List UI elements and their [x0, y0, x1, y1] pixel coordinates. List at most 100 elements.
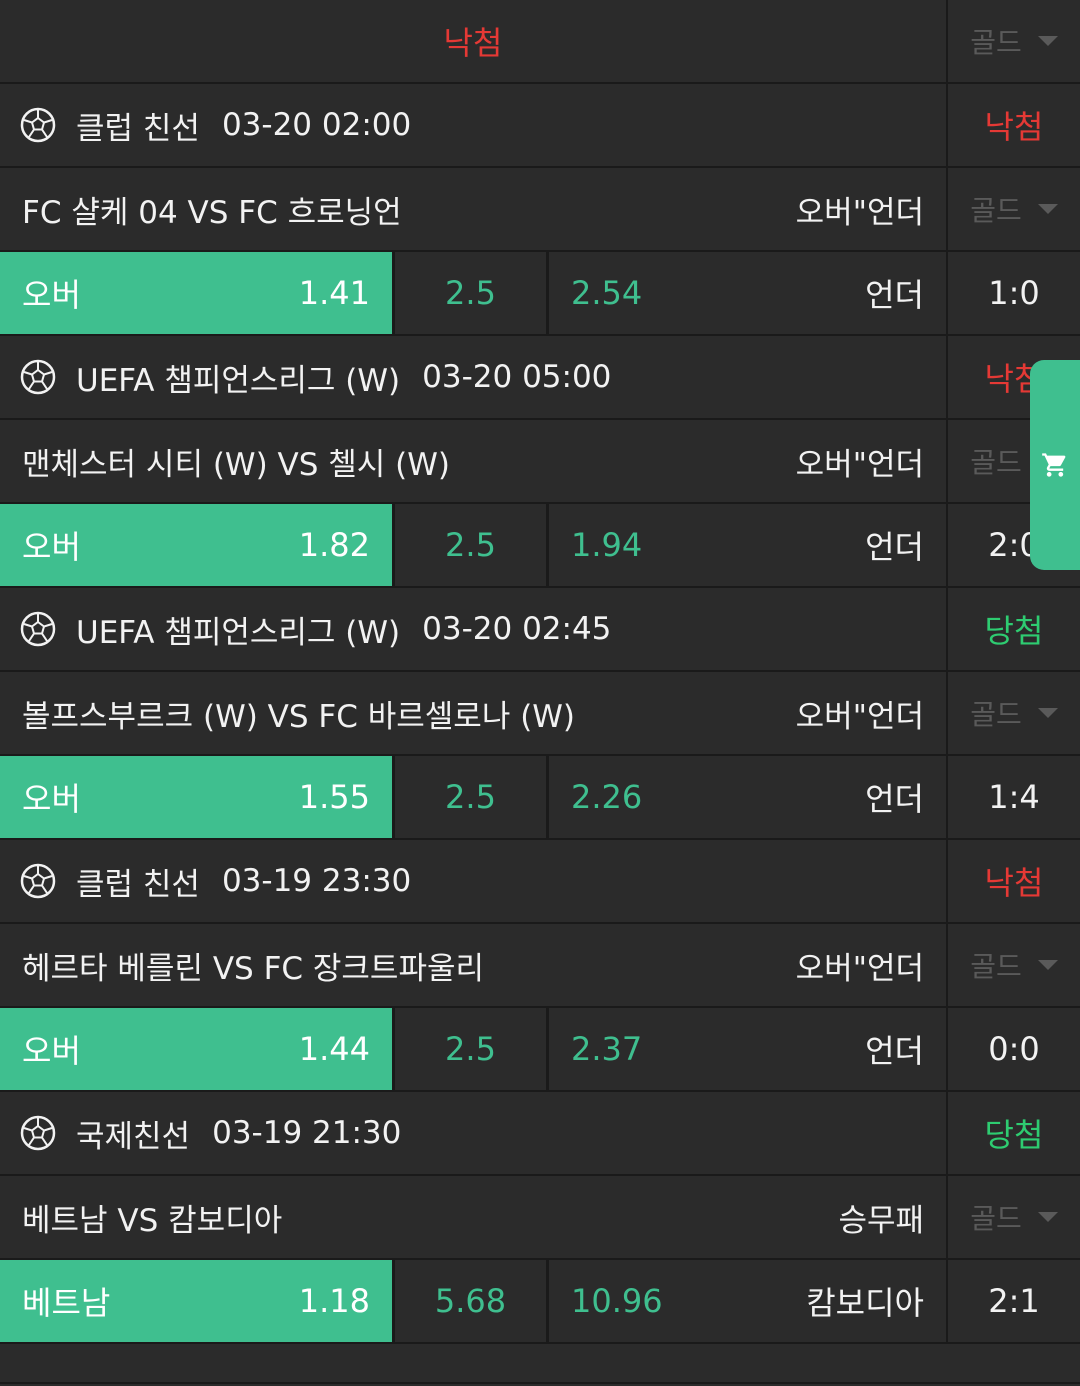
market-type: 승무패 — [838, 1202, 924, 1239]
match-date: 03-19 21:30 — [212, 1115, 402, 1151]
selected-pick[interactable]: 오버 1.44 — [0, 1008, 392, 1090]
final-score: 2:1 — [988, 1282, 1040, 1320]
league-row: UEFA 챔피언스리그 (W) 03-20 05:00 낙첨 — [0, 336, 1080, 420]
league-name: UEFA 챔피언스리그 (W) — [76, 614, 401, 651]
gold-dropdown[interactable]: 골드 — [970, 21, 1058, 61]
cart-button[interactable] — [1030, 360, 1080, 570]
league-row: 클럽 친선 03-20 02:00 낙첨 — [0, 84, 1080, 168]
league-name: 클럽 친선 — [76, 866, 200, 903]
chevron-down-icon — [1037, 1212, 1058, 1222]
summary-result: 낙첨 — [443, 24, 503, 62]
pick-label: 오버 — [22, 1032, 81, 1070]
chevron-down-icon — [1037, 708, 1058, 718]
match-teams: 볼프스부르크 (W) VS FC 바르셀로나 (W) — [22, 698, 576, 735]
odds-row: 베트남 1.18 5.68 10.96 캄보디아 2:1 — [0, 1260, 1080, 1344]
gold-dropdown[interactable]: 골드 — [970, 693, 1058, 733]
match-row: 베트남 VS 캄보디아 승무패 골드 — [0, 1176, 1080, 1260]
selected-pick[interactable]: 오버 1.82 — [0, 504, 392, 586]
result-badge: 당첨 — [984, 1116, 1044, 1154]
middle-value: 2.5 — [445, 1030, 496, 1068]
soccer-ball-icon — [20, 863, 56, 899]
gold-label: 골드 — [970, 1202, 1022, 1235]
match-teams: 헤르타 베를린 VS FC 장크트파울리 — [22, 950, 485, 987]
league-name: UEFA 챔피언스리그 (W) — [76, 362, 401, 399]
chevron-down-icon — [1037, 960, 1058, 970]
selected-pick[interactable]: 베트남 1.18 — [0, 1260, 392, 1342]
league-name: 클럽 친선 — [76, 110, 200, 147]
league-name: 국제친선 — [76, 1118, 191, 1155]
selected-pick[interactable]: 오버 1.55 — [0, 756, 392, 838]
middle-value: 2.5 — [445, 778, 496, 816]
other-odd: 2.37 — [571, 1030, 643, 1068]
match-date: 03-20 02:45 — [422, 611, 612, 647]
selected-pick[interactable]: 오버 1.41 — [0, 252, 392, 334]
market-type: 오버"언더 — [795, 194, 924, 231]
other-label: 언더 — [865, 1032, 924, 1070]
middle-value: 2.5 — [445, 274, 496, 312]
other-odd: 2.26 — [571, 778, 643, 816]
middle-odd[interactable]: 5.68 — [392, 1260, 549, 1342]
gold-dropdown[interactable]: 골드 — [970, 1197, 1058, 1237]
gold-label: 골드 — [970, 446, 1022, 479]
chevron-down-icon — [1037, 204, 1058, 214]
final-score: 1:4 — [988, 778, 1040, 816]
final-score: 1:0 — [988, 274, 1040, 312]
other-odd: 10.96 — [571, 1282, 663, 1320]
gold-dropdown[interactable]: 골드 — [970, 189, 1058, 229]
result-badge: 낙첨 — [984, 108, 1044, 146]
other-pick[interactable]: 1.94 언더 — [549, 504, 946, 586]
other-label: 언더 — [865, 528, 924, 566]
other-label: 언더 — [865, 780, 924, 818]
other-label: 언더 — [865, 276, 924, 314]
other-pick[interactable]: 2.54 언더 — [549, 252, 946, 334]
cart-icon — [1042, 453, 1066, 477]
pick-odd: 1.82 — [298, 526, 370, 564]
result-badge: 낙첨 — [984, 864, 1044, 902]
header-row: 낙첨 골드 — [0, 0, 1080, 84]
league-row: UEFA 챔피언스리그 (W) 03-20 02:45 당첨 — [0, 588, 1080, 672]
bottom-strip — [0, 1344, 1080, 1384]
chevron-down-icon — [1037, 36, 1058, 46]
middle-value: 2.5 — [445, 526, 496, 564]
soccer-ball-icon — [20, 611, 56, 647]
final-score: 0:0 — [988, 1030, 1040, 1068]
soccer-ball-icon — [20, 359, 56, 395]
gold-label: 골드 — [970, 26, 1022, 59]
match-date: 03-19 23:30 — [221, 863, 412, 899]
pick-label: 오버 — [22, 528, 81, 566]
match-row: 맨체스터 시티 (W) VS 첼시 (W) 오버"언더 골드 — [0, 420, 1080, 504]
match-teams: 맨체스터 시티 (W) VS 첼시 (W) — [22, 446, 450, 483]
pick-odd: 1.55 — [298, 778, 370, 816]
league-row: 국제친선 03-19 21:30 당첨 — [0, 1092, 1080, 1176]
match-date: 03-20 02:00 — [221, 107, 412, 143]
soccer-ball-icon — [20, 107, 56, 143]
middle-odd[interactable]: 2.5 — [392, 252, 549, 334]
gold-dropdown[interactable]: 골드 — [970, 945, 1058, 985]
odds-row: 오버 1.41 2.5 2.54 언더 1:0 — [0, 252, 1080, 336]
soccer-ball-icon — [20, 1115, 56, 1151]
market-type: 오버"언더 — [795, 698, 924, 735]
middle-odd[interactable]: 2.5 — [392, 756, 549, 838]
gold-label: 골드 — [970, 698, 1022, 731]
middle-odd[interactable]: 2.5 — [392, 1008, 549, 1090]
bet-list: 클럽 친선 03-20 02:00 낙첨 FC 샬케 04 VS FC 흐로닝언… — [0, 84, 1080, 1344]
pick-odd: 1.41 — [298, 274, 370, 312]
other-pick[interactable]: 2.26 언더 — [549, 756, 946, 838]
market-type: 오버"언더 — [795, 446, 924, 483]
market-type: 오버"언더 — [795, 950, 924, 987]
other-odd: 1.94 — [571, 526, 643, 564]
other-pick[interactable]: 2.37 언더 — [549, 1008, 946, 1090]
match-row: 볼프스부르크 (W) VS FC 바르셀로나 (W) 오버"언더 골드 — [0, 672, 1080, 756]
match-row: 헤르타 베를린 VS FC 장크트파울리 오버"언더 골드 — [0, 924, 1080, 1008]
middle-odd[interactable]: 2.5 — [392, 504, 549, 586]
other-odd: 2.54 — [571, 274, 643, 312]
odds-row: 오버 1.82 2.5 1.94 언더 2:0 — [0, 504, 1080, 588]
other-label: 캄보디아 — [806, 1284, 924, 1322]
match-date: 03-20 05:00 — [422, 359, 612, 395]
gold-label: 골드 — [970, 194, 1022, 227]
odds-row: 오버 1.55 2.5 2.26 언더 1:4 — [0, 756, 1080, 840]
other-pick[interactable]: 10.96 캄보디아 — [549, 1260, 946, 1342]
pick-odd: 1.18 — [298, 1282, 370, 1320]
match-teams: 베트남 VS 캄보디아 — [22, 1202, 283, 1239]
pick-label: 오버 — [22, 276, 81, 314]
